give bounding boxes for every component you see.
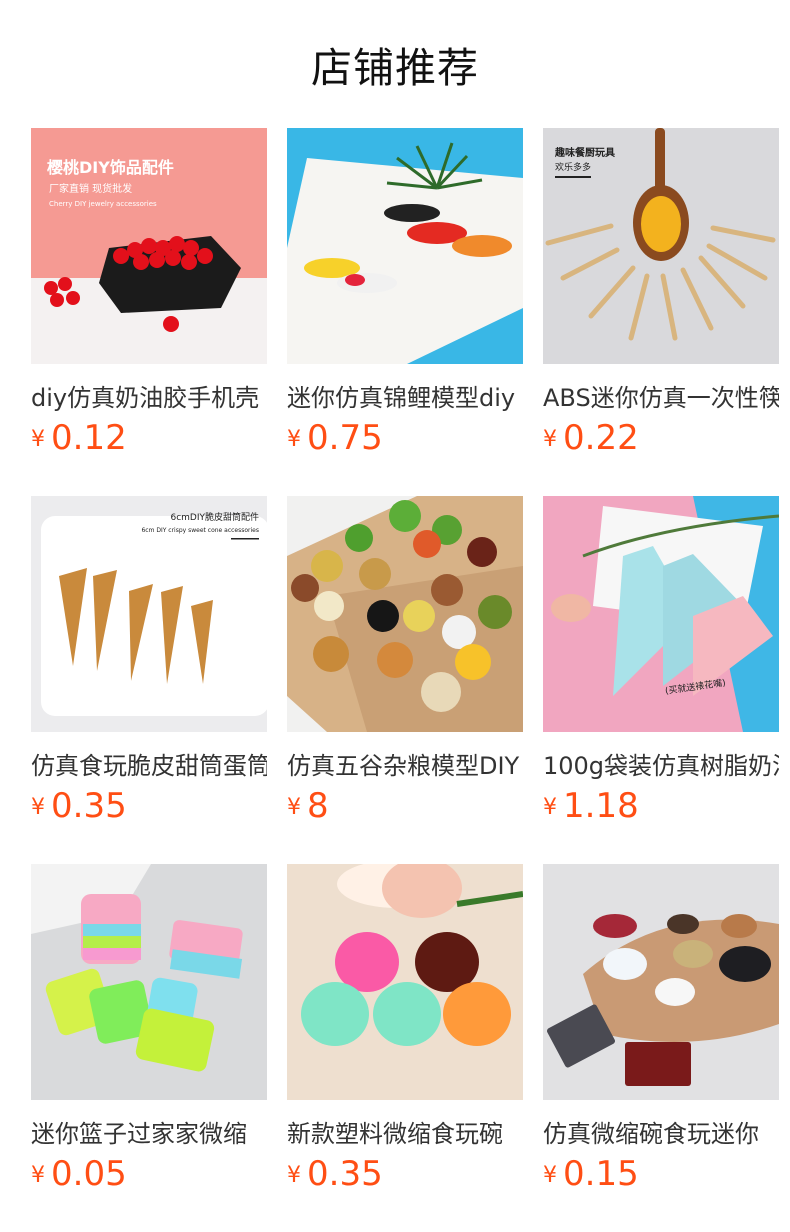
product-card-bowls[interactable]: 新款塑料微缩食玩碗 ¥0.35 [287, 864, 523, 1204]
product-image[interactable]: (买就送裱花嘴) [543, 496, 779, 732]
image-english: 6cm DIY crispy sweet cone accessories [141, 527, 259, 534]
price-value: 0.05 [51, 1154, 127, 1194]
product-price: ¥1.18 [543, 786, 639, 826]
product-image[interactable] [287, 496, 523, 732]
price-value: 0.35 [51, 786, 127, 826]
product-image[interactable] [287, 864, 523, 1100]
product-image[interactable] [31, 864, 267, 1100]
product-name[interactable]: ABS迷你仿真一次性筷 [543, 378, 779, 413]
product-card-baskets[interactable]: 迷你篮子过家家微缩 ¥0.05 [31, 864, 267, 1204]
image-headline: 趣味餐厨玩具 [554, 146, 615, 159]
product-image[interactable]: 6cmDIY脆皮甜筒配件 6cm DIY crispy sweet cone a… [31, 496, 267, 732]
product-image[interactable] [287, 128, 523, 364]
currency-symbol: ¥ [287, 795, 301, 820]
product-price: ¥0.35 [287, 1154, 383, 1194]
product-grid: 樱桃DIY饰品配件 厂家直销 现货批发 Cherry DIY jewelry a… [0, 0, 790, 1232]
product-card-cherry[interactable]: 樱桃DIY饰品配件 厂家直销 现货批发 Cherry DIY jewelry a… [31, 128, 267, 468]
price-value: 1.18 [563, 786, 639, 826]
currency-symbol: ¥ [287, 427, 301, 452]
product-image[interactable]: 樱桃DIY饰品配件 厂家直销 现货批发 Cherry DIY jewelry a… [31, 128, 267, 364]
image-subline: 厂家直销 现货批发 [49, 182, 132, 195]
product-name[interactable]: 仿真食玩脆皮甜筒蛋筒 [31, 746, 267, 781]
product-card-grains[interactable]: 仿真五谷杂粮模型DIY ¥8 [287, 496, 523, 836]
price-value: 0.75 [307, 418, 383, 458]
price-value: 8 [307, 786, 329, 826]
product-name[interactable]: 仿真微缩碗食玩迷你 [543, 1114, 779, 1149]
product-card-chopsticks[interactable]: 趣味餐厨玩具 欢乐多多 ABS迷你仿真一次性筷 ¥0.22 [543, 128, 779, 468]
product-card-cones[interactable]: 6cmDIY脆皮甜筒配件 6cm DIY crispy sweet cone a… [31, 496, 267, 836]
currency-symbol: ¥ [543, 1163, 557, 1188]
product-name[interactable]: 100g袋装仿真树脂奶油 [543, 746, 779, 781]
product-image[interactable] [543, 864, 779, 1100]
price-value: 0.12 [51, 418, 127, 458]
image-headline: 6cmDIY脆皮甜筒配件 [170, 511, 259, 523]
product-price: ¥0.75 [287, 418, 383, 458]
product-card-cream[interactable]: (买就送裱花嘴) 100g袋装仿真树脂奶油 ¥1.18 [543, 496, 779, 836]
price-value: 0.15 [563, 1154, 639, 1194]
product-card-mini-bowls[interactable]: 仿真微缩碗食玩迷你 ¥0.15 [543, 864, 779, 1204]
product-price: ¥0.15 [543, 1154, 639, 1194]
image-english: Cherry DIY jewelry accessories [49, 200, 157, 208]
product-price: ¥0.22 [543, 418, 639, 458]
product-name[interactable]: 新款塑料微缩食玩碗 [287, 1114, 523, 1149]
currency-symbol: ¥ [543, 427, 557, 452]
currency-symbol: ¥ [287, 1163, 301, 1188]
product-price: ¥0.35 [31, 786, 127, 826]
price-value: 0.22 [563, 418, 639, 458]
currency-symbol: ¥ [31, 427, 45, 452]
currency-symbol: ¥ [543, 795, 557, 820]
image-subline: 欢乐多多 [555, 161, 591, 173]
product-price: ¥0.05 [31, 1154, 127, 1194]
currency-symbol: ¥ [31, 795, 45, 820]
product-price: ¥8 [287, 786, 329, 826]
product-name[interactable]: 仿真五谷杂粮模型DIY [287, 746, 523, 781]
product-image[interactable]: 趣味餐厨玩具 欢乐多多 [543, 128, 779, 364]
currency-symbol: ¥ [31, 1163, 45, 1188]
product-card-koi[interactable]: 迷你仿真锦鲤模型diy ¥0.75 [287, 128, 523, 468]
product-price: ¥0.12 [31, 418, 127, 458]
product-name[interactable]: diy仿真奶油胶手机壳 [31, 378, 267, 413]
product-name[interactable]: 迷你仿真锦鲤模型diy [287, 378, 523, 413]
product-name[interactable]: 迷你篮子过家家微缩 [31, 1114, 267, 1149]
image-headline: 樱桃DIY饰品配件 [47, 158, 174, 177]
price-value: 0.35 [307, 1154, 383, 1194]
